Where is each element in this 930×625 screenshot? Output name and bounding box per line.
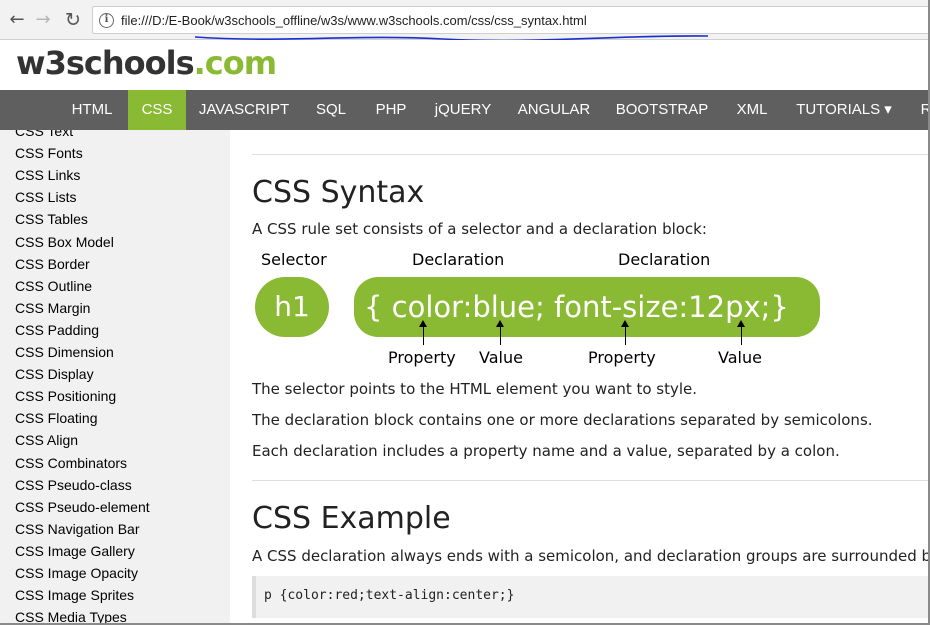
divider [252, 480, 928, 481]
sidebar-item-css-links[interactable]: CSS Links [15, 164, 80, 186]
sidebar-item-css-fonts[interactable]: CSS Fonts [15, 142, 83, 164]
sidebar-item-css-image-gallery[interactable]: CSS Image Gallery [15, 540, 135, 562]
property-label-1: Property [388, 348, 456, 367]
site-header: w3schools.com [0, 40, 928, 90]
forward-arrow-icon[interactable]: → [32, 9, 54, 31]
value-arrow-2 [737, 320, 745, 345]
sidebar-item-css-positioning[interactable]: CSS Positioning [15, 385, 116, 407]
nav-item-xml[interactable]: XML [722, 90, 782, 130]
sidebar-item-css-navigation-bar[interactable]: CSS Navigation Bar [15, 518, 140, 540]
sidebar-item-css-image-opacity[interactable]: CSS Image Opacity [15, 562, 138, 584]
selector-pill: h1 [255, 277, 329, 337]
example-heading: CSS Example [252, 501, 451, 536]
nav-item-html[interactable]: HTML [56, 90, 128, 130]
sidebar-item-css-pseudo-element[interactable]: CSS Pseudo-element [15, 496, 150, 518]
sidebar-item-css-lists[interactable]: CSS Lists [15, 186, 76, 208]
sidebar-item-css-border[interactable]: CSS Border [15, 253, 90, 275]
nav-item-php[interactable]: PHP [362, 90, 420, 130]
sidebar-item-css-text[interactable]: CSS Text [15, 130, 73, 142]
paragraph-declaration-block: The declaration block contains one or mo… [252, 411, 873, 429]
property-label-2: Property [588, 348, 656, 367]
property-arrow-2 [621, 320, 629, 345]
nav-item-angular[interactable]: ANGULAR [506, 90, 602, 130]
sidebar-item-css-margin[interactable]: CSS Margin [15, 297, 90, 319]
nav-item-jquery[interactable]: jQUERY [422, 90, 504, 130]
paragraph-selector: The selector points to the HTML element … [252, 380, 698, 398]
nav-item-bootstrap[interactable]: BOOTSTRAP [605, 90, 719, 130]
syntax-heading: CSS Syntax [252, 175, 425, 210]
sidebar-item-css-box-model[interactable]: CSS Box Model [15, 231, 114, 253]
example-intro: A CSS declaration always ends with a sem… [252, 547, 930, 565]
browser-toolbar: ← → ↻ i file:///D:/E-Book/w3schools_offl… [0, 0, 928, 42]
browser-window: ← → ↻ i file:///D:/E-Book/w3schools_offl… [0, 0, 930, 625]
property-arrow-1 [419, 320, 427, 345]
info-icon[interactable]: i [99, 13, 114, 28]
sidebar-menu: CSS Text CSS Fonts CSS Links CSS Lists CSS T… [0, 130, 230, 623]
sidebar-item-css-outline[interactable]: CSS Outline [15, 275, 92, 297]
value-arrow-1 [496, 320, 504, 345]
code-example-box: p {color:red;text-align:center;} [252, 576, 928, 618]
sidebar-item-css-tables[interactable]: CSS Tables [15, 208, 88, 230]
top-navigation: HTML CSS JAVASCRIPT SQL PHP jQUERY ANGULAR BOOT… [0, 90, 928, 130]
sidebar-item-css-floating[interactable]: CSS Floating [15, 407, 97, 429]
sidebar-item-css-media-types[interactable]: CSS Media Types [15, 606, 127, 623]
nav-item-tutorials[interactable]: TUTORIALS ▾ [784, 90, 904, 130]
main-content: CSS Syntax A CSS rule set consists of a … [230, 130, 930, 623]
address-bar[interactable]: i file:///D:/E-Book/w3schools_offline/w3… [92, 6, 928, 42]
selector-caption: Selector [261, 250, 327, 269]
nav-item-r[interactable]: R [911, 90, 928, 130]
declaration-caption-2: Declaration [618, 250, 711, 269]
sidebar-item-css-align[interactable]: CSS Align [15, 429, 78, 451]
sidebar-item-css-dimension[interactable]: CSS Dimension [15, 341, 114, 363]
value-label-1: Value [479, 348, 523, 367]
paragraph-declaration: Each declaration includes a property nam… [252, 442, 840, 460]
sidebar-item-css-combinators[interactable]: CSS Combinators [15, 452, 127, 474]
syntax-intro: A CSS rule set consists of a selector an… [252, 220, 707, 238]
sidebar-item-css-pseudo-class[interactable]: CSS Pseudo-class [15, 474, 132, 496]
nav-item-sql[interactable]: SQL [302, 90, 360, 130]
declaration-caption-1: Declaration [412, 250, 505, 269]
reload-icon[interactable]: ↻ [62, 9, 84, 31]
url-text[interactable]: file:///D:/E-Book/w3schools_offline/w3s/… [121, 13, 587, 28]
w3schools-logo[interactable]: w3schools.com [16, 44, 277, 82]
divider [252, 154, 928, 155]
sidebar-item-css-padding[interactable]: CSS Padding [15, 319, 99, 341]
value-label-2: Value [718, 348, 762, 367]
back-arrow-icon[interactable]: ← [6, 9, 28, 31]
nav-item-javascript[interactable]: JAVASCRIPT [188, 90, 300, 130]
sidebar-item-css-image-sprites[interactable]: CSS Image Sprites [15, 584, 134, 606]
sidebar-item-css-display[interactable]: CSS Display [15, 363, 94, 385]
code-snippet[interactable]: p {color:red;text-align:center;} [264, 588, 514, 603]
nav-item-css[interactable]: CSS [128, 90, 186, 130]
